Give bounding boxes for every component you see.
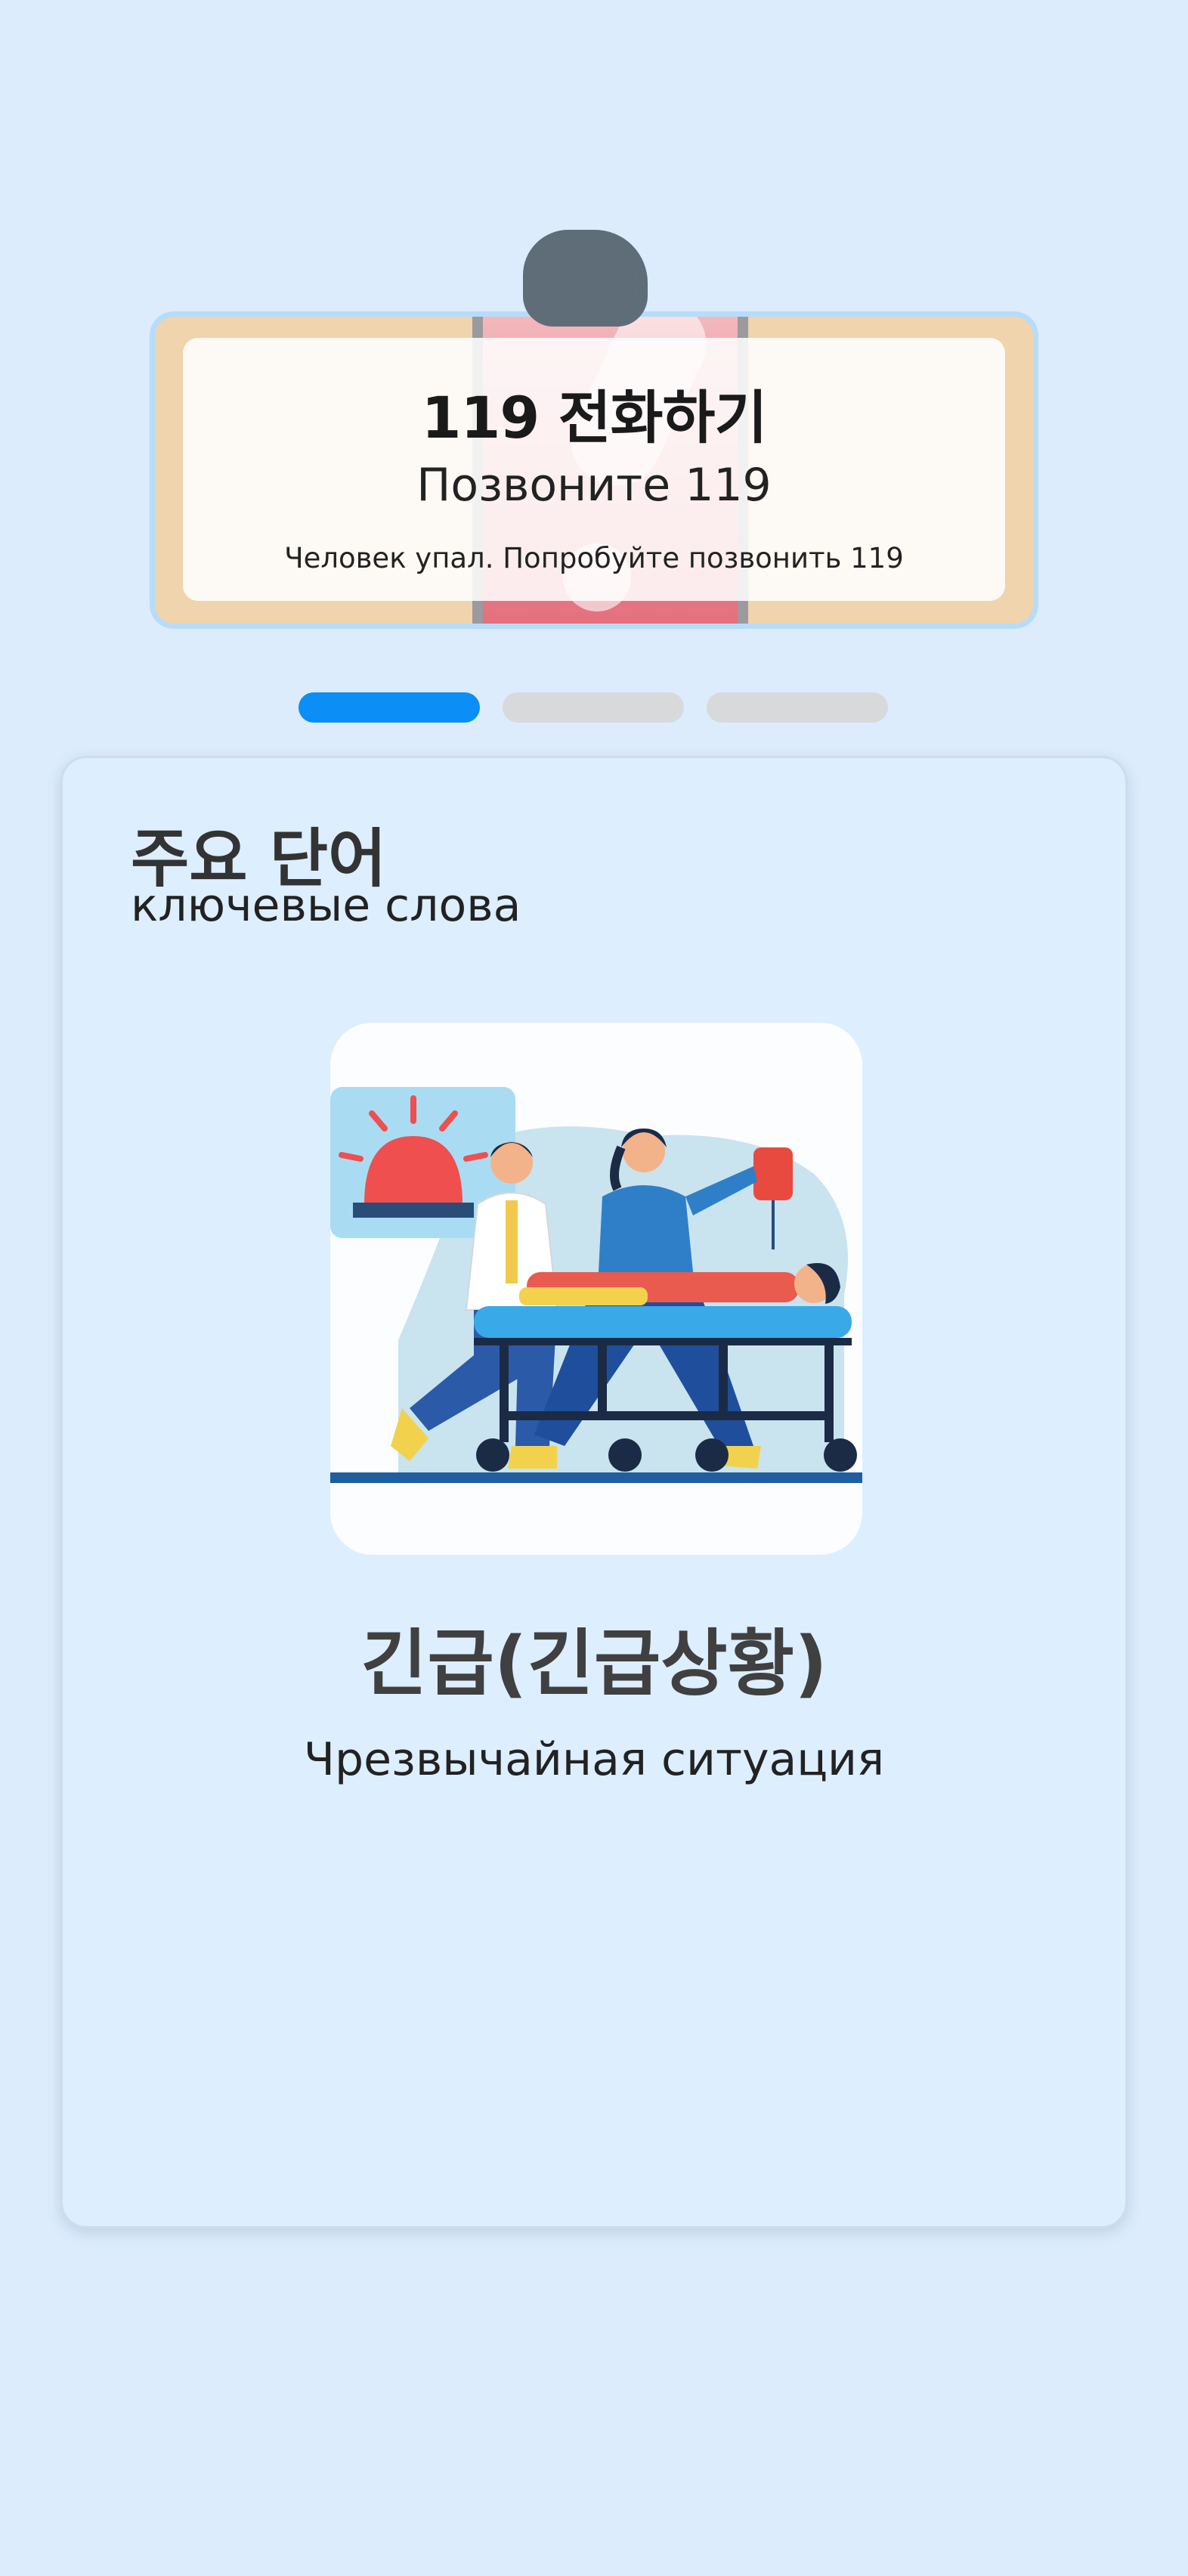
app-logo-badge: 한구말 xyxy=(500,230,674,327)
page-indicator xyxy=(299,692,888,723)
ambulance-stretcher-illustration xyxy=(330,1023,862,1555)
banner-title: 119 전화하기 xyxy=(421,384,768,451)
vocabulary-word: 긴급(긴급상황) xyxy=(360,1621,828,1706)
key-words-card[interactable]: 주요 단어 ключевые слова 긴급(긴급상황) Чрезвычайн… xyxy=(60,756,1128,2228)
vocabulary-meaning: Чрезвычайная ситуация xyxy=(303,1733,885,1786)
lesson-banner[interactable]: 119 전화하기 Позвоните 119 Человек упал. Поп… xyxy=(150,311,1038,629)
page-indicator-dot-3[interactable] xyxy=(707,692,888,723)
banner-text-panel: 119 전화하기 Позвоните 119 Человек упал. Поп… xyxy=(183,338,1005,601)
page-indicator-dot-2[interactable] xyxy=(503,692,684,723)
banner-description: Человек упал. Попробуйте позвонить 119 xyxy=(284,542,904,574)
app-logo-text: 한구말 xyxy=(530,269,646,320)
card-subtitle: ключевые слова xyxy=(131,879,521,932)
banner-subtitle: Позвоните 119 xyxy=(416,459,772,512)
page-indicator-dot-1[interactable] xyxy=(299,692,480,723)
